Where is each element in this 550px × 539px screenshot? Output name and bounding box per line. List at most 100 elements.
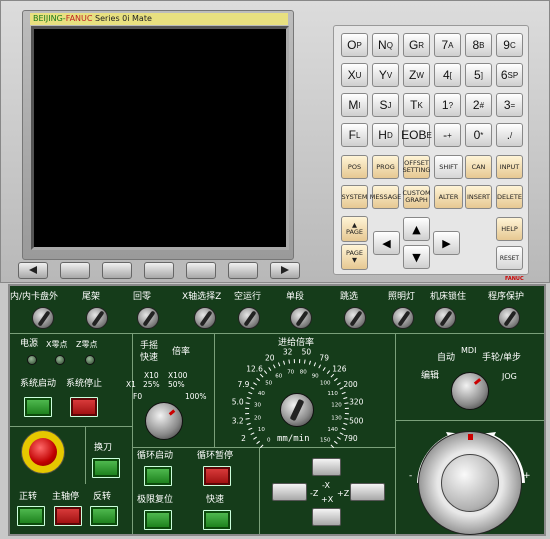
key-row1-3[interactable]: 7A xyxy=(434,33,461,57)
key-row2-0[interactable]: XU xyxy=(341,63,368,87)
key-row1-2[interactable]: GR xyxy=(403,33,430,57)
cursor-right-key[interactable]: ▶ xyxy=(433,231,460,255)
key-row2-5[interactable]: 6 SP xyxy=(496,63,523,87)
key-row4-4[interactable]: 0 * xyxy=(465,123,492,147)
key-alter[interactable]: ALTER xyxy=(434,185,463,209)
key-row1-0[interactable]: OP xyxy=(341,33,368,57)
toggle-switch-3[interactable] xyxy=(194,307,216,329)
key-row4-2[interactable]: EOB E xyxy=(401,123,432,147)
feed-override-knob[interactable] xyxy=(280,393,314,427)
toggle-switch-7[interactable] xyxy=(392,307,414,329)
key-row4-5[interactable]: . / xyxy=(496,123,523,147)
cycle-pause-button[interactable] xyxy=(203,466,231,486)
toggle-switch-1[interactable] xyxy=(86,307,108,329)
key-row1-4[interactable]: 8B xyxy=(465,33,492,57)
key-delete[interactable]: DELETE xyxy=(496,185,523,209)
softkey-5[interactable] xyxy=(228,262,258,279)
rapid-rate-knob[interactable] xyxy=(145,402,183,440)
key-prog[interactable]: PROG xyxy=(372,155,399,179)
key-row2-1[interactable]: YV xyxy=(372,63,399,87)
key-reset[interactable]: RESET xyxy=(496,246,523,270)
key-row3-5[interactable]: 3 = xyxy=(496,93,523,117)
sys-stop-button[interactable] xyxy=(70,397,98,417)
mode-select-knob[interactable] xyxy=(451,372,489,410)
key-message[interactable]: MESSAGE xyxy=(370,185,401,209)
key-sub-label: + xyxy=(447,130,452,140)
toggle-switch-8[interactable] xyxy=(434,307,456,329)
key-insert[interactable]: INSERT xyxy=(465,185,492,209)
mode-hand-single-label: 手轮/单步 xyxy=(482,353,522,363)
key-row4-1[interactable]: HD xyxy=(372,123,399,147)
cursor-down-key[interactable]: ▼ xyxy=(403,245,430,269)
cursor-up-key[interactable]: ▲ xyxy=(403,217,430,241)
softkey-2[interactable] xyxy=(102,262,132,279)
key-can[interactable]: CAN xyxy=(465,155,492,179)
jog-plus-z-button[interactable] xyxy=(350,483,385,501)
softkey-1[interactable] xyxy=(60,262,90,279)
jog-plus-x-button[interactable] xyxy=(312,508,341,526)
key-row2-2[interactable]: ZW xyxy=(403,63,430,87)
emergency-stop-button[interactable] xyxy=(21,430,65,474)
feed-outer-tick-label: 5.0 xyxy=(232,398,244,407)
spindle-stop-button[interactable] xyxy=(54,506,82,526)
key-row3-0[interactable]: MI xyxy=(341,93,368,117)
key-row2-3[interactable]: 4[ xyxy=(434,63,461,87)
key-offset-setting[interactable]: OFFSET SETTING xyxy=(403,155,430,179)
toggle-switch-9[interactable] xyxy=(498,307,520,329)
key-main-label: 9 xyxy=(503,38,510,52)
cursor-left-key[interactable]: ◀ xyxy=(373,231,400,255)
key-page-up[interactable]: ▲ PAGE xyxy=(341,216,368,242)
key-shift[interactable]: SHIFT xyxy=(434,155,463,179)
key-row1-5[interactable]: 9C xyxy=(496,33,523,57)
toggle-switch-2[interactable] xyxy=(137,307,159,329)
key-pos[interactable]: POS xyxy=(341,155,368,179)
softkey-left-arrow[interactable] xyxy=(18,262,48,279)
feed-inner-tick-label: 130 xyxy=(331,415,342,421)
key-main-label: 5 xyxy=(474,68,481,82)
tick-x10: X10 xyxy=(144,371,159,380)
page-down-arrow-icon: ▼ xyxy=(352,256,357,264)
mpg-marker-icon xyxy=(468,434,473,440)
key-sub-label: ? xyxy=(448,100,454,110)
mpg-handwheel[interactable] xyxy=(418,431,522,535)
jog-minus-x-button[interactable] xyxy=(312,458,341,476)
feed-inner-tick-label: 150 xyxy=(320,437,331,443)
limit-reset-button[interactable] xyxy=(144,510,172,530)
softkey-3[interactable] xyxy=(144,262,174,279)
key-row2-4[interactable]: 5] xyxy=(465,63,492,87)
softkey-4[interactable] xyxy=(186,262,216,279)
rapid-button[interactable] xyxy=(203,510,231,530)
key-row4-3[interactable]: - + xyxy=(434,123,461,147)
toggle-switch-5[interactable] xyxy=(290,307,312,329)
key-row3-4[interactable]: 2 # xyxy=(465,93,492,117)
tool-change-button[interactable] xyxy=(92,458,120,478)
key-row3-3[interactable]: 1? xyxy=(434,93,461,117)
toggle-switch-6[interactable] xyxy=(344,307,366,329)
key-help[interactable]: HELP xyxy=(496,217,523,241)
feed-dial-tick xyxy=(304,359,306,364)
key-row3-2[interactable]: TK xyxy=(403,93,430,117)
feed-outer-tick-label: 32 xyxy=(283,348,293,357)
key-sub-label: D xyxy=(386,130,393,140)
key-input[interactable]: INPUT xyxy=(496,155,523,179)
toggle-switch-0[interactable] xyxy=(32,307,54,329)
key-row3-1[interactable]: SJ xyxy=(372,93,399,117)
softkey-right-arrow[interactable] xyxy=(270,262,300,279)
key-row1-1[interactable]: NQ xyxy=(372,33,399,57)
feed-inner-tick-label: 30 xyxy=(254,403,261,409)
key-row4-0[interactable]: FL xyxy=(341,123,368,147)
feed-dial-tick xyxy=(268,367,272,371)
spindle-reverse-button[interactable] xyxy=(90,506,118,526)
jog-minus-z-button[interactable] xyxy=(272,483,307,501)
feed-dial-tick xyxy=(344,402,349,404)
key-page-down[interactable]: PAGE ▼ xyxy=(341,244,368,270)
feed-outer-tick-label: 3.2 xyxy=(232,416,244,425)
cycle-start-button[interactable] xyxy=(144,466,172,486)
key-system[interactable]: SYSTEM xyxy=(341,185,368,209)
key-custom-graph[interactable]: CUSTOM GRAPH xyxy=(402,185,431,209)
sys-start-button[interactable] xyxy=(24,397,52,417)
toggle-switch-4[interactable] xyxy=(238,307,260,329)
key-sub-label: J xyxy=(387,100,392,110)
spindle-forward-button[interactable] xyxy=(17,506,45,526)
feed-dial-tick xyxy=(341,427,346,431)
